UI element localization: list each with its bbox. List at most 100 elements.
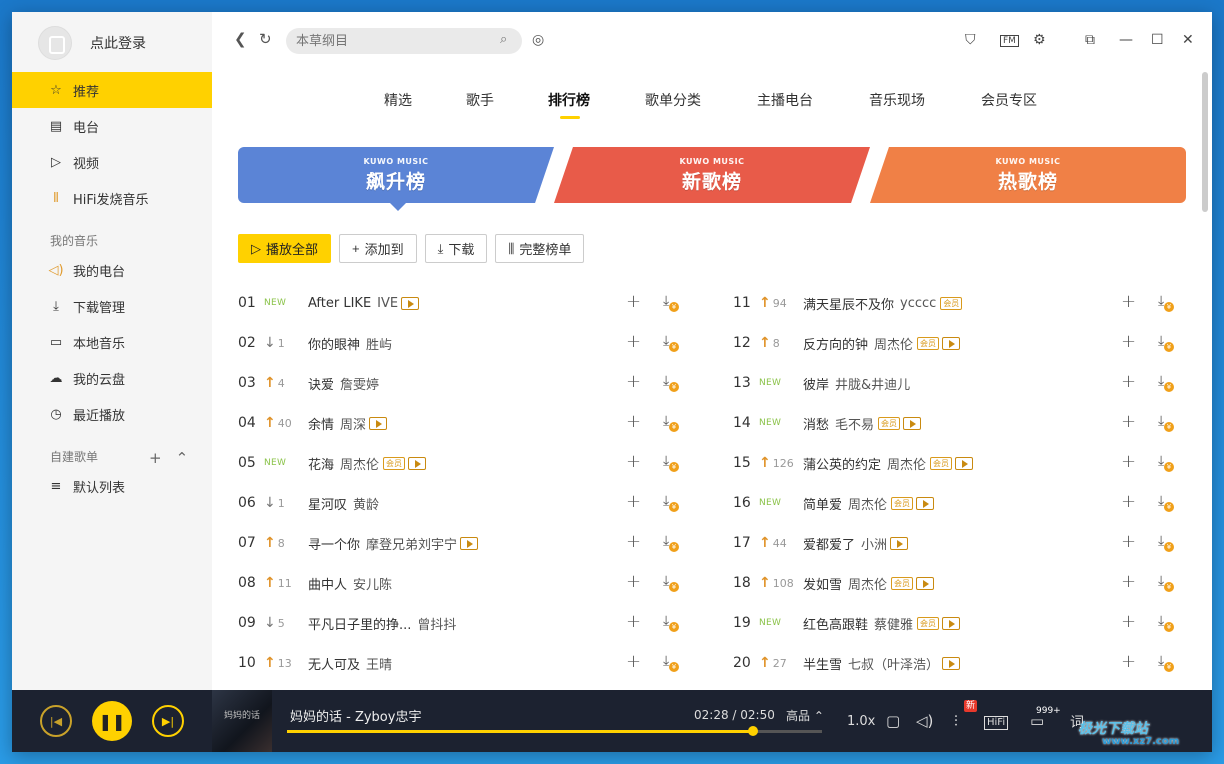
progress-knob[interactable] [747, 726, 758, 736]
mv-play-icon[interactable] [916, 576, 935, 590]
paid-download-icon[interactable]: ⤓ [1158, 653, 1175, 672]
close-icon[interactable]: ✕ [1182, 32, 1194, 48]
add-song-icon[interactable]: + [1121, 571, 1136, 592]
song-title[interactable]: 发如雪 [803, 574, 842, 593]
minimize-icon[interactable]: — [1119, 32, 1133, 48]
song-row[interactable]: 01 NEW After LIKE IVE + ⤓ [238, 283, 698, 323]
sidebar-item-local-music[interactable]: ▭ 本地音乐 [12, 324, 212, 360]
song-row[interactable]: 10 ↑ 13 无人可及 王晴 + ⤓ [238, 643, 698, 683]
sidebar-item-recommend[interactable]: ☆ 推荐 [12, 72, 212, 108]
song-title[interactable]: 星河叹 [308, 494, 347, 513]
song-artist[interactable]: 詹雯婷 [340, 374, 379, 393]
paid-download-icon[interactable]: ⤓ [663, 373, 680, 392]
paid-download-icon[interactable]: ⤓ [1158, 493, 1175, 512]
song-artist[interactable]: 毛不易 [835, 414, 874, 433]
song-row[interactable]: 02 ↓ 1 你的眼神 胜屿 + ⤓ [238, 323, 698, 363]
song-row[interactable]: 04 ↑ 40 余情 周深 + ⤓ [238, 403, 698, 443]
tab-vip-zone[interactable]: 会员专区 [981, 90, 1037, 110]
song-title[interactable]: 平凡日子里的挣... [308, 614, 411, 633]
paid-download-icon[interactable]: ⤓ [1158, 533, 1175, 552]
song-artist[interactable]: 周深 [340, 414, 366, 433]
mv-play-icon[interactable] [942, 656, 961, 670]
tab-featured[interactable]: 精选 [384, 90, 412, 110]
sidebar-item-radio[interactable]: ▤ 电台 [12, 108, 212, 144]
paid-download-icon[interactable]: ⤓ [1158, 613, 1175, 632]
add-song-icon[interactable]: + [626, 491, 641, 512]
banner-soaring-chart[interactable]: KUWO MUSIC 飙升榜 [238, 147, 554, 203]
paid-download-icon[interactable]: ⤓ [1158, 293, 1175, 312]
banner-new-songs-chart[interactable]: KUWO MUSIC 新歌榜 [554, 147, 870, 203]
mini-mode-icon[interactable]: ⧉ [1085, 32, 1095, 48]
song-row[interactable]: 19 NEW 红色高跟鞋 蔡健雅 会员 + ⤓ [733, 603, 1193, 643]
sidebar-item-video[interactable]: ▷ 视频 [12, 144, 212, 180]
song-artist[interactable]: 周杰伦 [848, 494, 887, 513]
settings-gear-icon[interactable]: ⚙ [1033, 32, 1046, 48]
search-input[interactable] [286, 28, 522, 54]
song-row[interactable]: 06 ↓ 1 星河叹 黄龄 + ⤓ [238, 483, 698, 523]
song-row[interactable]: 08 ↑ 11 曲中人 安儿陈 + ⤓ [238, 563, 698, 603]
paid-download-icon[interactable]: ⤓ [663, 653, 680, 672]
tab-playlist-categories[interactable]: 歌单分类 [645, 90, 701, 110]
song-row[interactable]: 09 ↓ 5 平凡日子里的挣... 曾抖抖 + ⤓ [238, 603, 698, 643]
song-artist[interactable]: 摩登兄弟刘宇宁 [366, 534, 457, 553]
song-artist[interactable]: 周杰伦 [874, 334, 913, 353]
song-title[interactable]: 满天星辰不及你 [803, 294, 894, 313]
sidebar-item-my-radio[interactable]: ◁) 我的电台 [12, 252, 212, 288]
mv-play-icon[interactable] [942, 336, 961, 350]
fm-icon[interactable]: FM [1000, 35, 1019, 47]
song-artist[interactable]: 胜屿 [366, 334, 392, 353]
tab-singers[interactable]: 歌手 [466, 90, 494, 110]
mv-play-icon[interactable] [916, 496, 935, 510]
song-row[interactable]: 17 ↑ 44 爱都爱了 小洲 + ⤓ [733, 523, 1193, 563]
desktop-lyrics-icon[interactable]: ▢ [886, 712, 900, 730]
paid-download-icon[interactable]: ⤓ [663, 453, 680, 472]
mv-play-icon[interactable] [890, 536, 909, 550]
song-row[interactable]: 14 NEW 消愁 毛不易 会员 + ⤓ [733, 403, 1193, 443]
add-song-icon[interactable]: + [626, 571, 641, 592]
add-song-icon[interactable]: + [626, 651, 641, 672]
collapse-chevron-icon[interactable]: ⌃ [176, 449, 189, 467]
mv-play-icon[interactable] [903, 416, 922, 430]
song-title[interactable]: 余情 [308, 414, 334, 433]
song-title[interactable]: 诀爱 [308, 374, 334, 393]
add-song-icon[interactable]: + [1121, 491, 1136, 512]
song-artist[interactable]: 安儿陈 [353, 574, 392, 593]
song-row[interactable]: 15 ↑ 126 蒲公英的约定 周杰伦 会员 + ⤓ [733, 443, 1193, 483]
song-title[interactable]: 消愁 [803, 414, 829, 433]
song-row[interactable]: 13 NEW 彼岸 井胧&井迪儿 + ⤓ [733, 363, 1193, 403]
add-song-icon[interactable]: + [1121, 451, 1136, 472]
song-row[interactable]: 18 ↑ 108 发如雪 周杰伦 会员 + ⤓ [733, 563, 1193, 603]
paid-download-icon[interactable]: ⤓ [1158, 573, 1175, 592]
sidebar-item-downloads[interactable]: ⤓ 下载管理 [12, 288, 212, 324]
progress-bar[interactable] [287, 726, 822, 736]
avatar[interactable] [38, 26, 72, 60]
add-song-icon[interactable]: + [1121, 531, 1136, 552]
sidebar-item-recent[interactable]: ◷ 最近播放 [12, 396, 212, 432]
add-song-icon[interactable]: + [626, 531, 641, 552]
song-title[interactable]: After LIKE [308, 296, 371, 311]
song-title[interactable]: 寻一个你 [308, 534, 360, 553]
song-artist[interactable]: 王晴 [366, 654, 392, 673]
next-track-button[interactable]: ▶| [152, 705, 184, 737]
add-song-icon[interactable]: + [626, 371, 641, 392]
paid-download-icon[interactable]: ⤓ [1158, 333, 1175, 352]
play-all-button[interactable]: ▷ 播放全部 [238, 234, 332, 263]
add-song-icon[interactable]: + [1121, 371, 1136, 392]
refresh-icon[interactable]: ↻ [259, 30, 272, 48]
hifi-button[interactable]: HiFi [984, 716, 1009, 730]
song-artist[interactable]: 井胧&井迪儿 [835, 374, 910, 393]
song-artist[interactable]: 蔡健雅 [874, 614, 913, 633]
maximize-icon[interactable]: ☐ [1151, 32, 1164, 48]
song-title[interactable]: 爱都爱了 [803, 534, 855, 553]
pause-button[interactable]: ❚❚ [92, 701, 132, 741]
song-row[interactable]: 07 ↑ 8 寻一个你 摩登兄弟刘宇宁 + ⤓ [238, 523, 698, 563]
song-title[interactable]: 彼岸 [803, 374, 829, 393]
paid-download-icon[interactable]: ⤓ [663, 413, 680, 432]
tab-charts[interactable]: 排行榜 [548, 90, 590, 110]
now-playing-title[interactable]: 妈妈的话 - Zyboy忠宇 [290, 706, 421, 725]
paid-download-icon[interactable]: ⤓ [663, 613, 680, 632]
song-artist[interactable]: 黄龄 [353, 494, 379, 513]
song-title[interactable]: 简单爱 [803, 494, 842, 513]
song-artist[interactable]: 周杰伦 [887, 454, 926, 473]
song-artist[interactable]: IVE [377, 296, 398, 311]
